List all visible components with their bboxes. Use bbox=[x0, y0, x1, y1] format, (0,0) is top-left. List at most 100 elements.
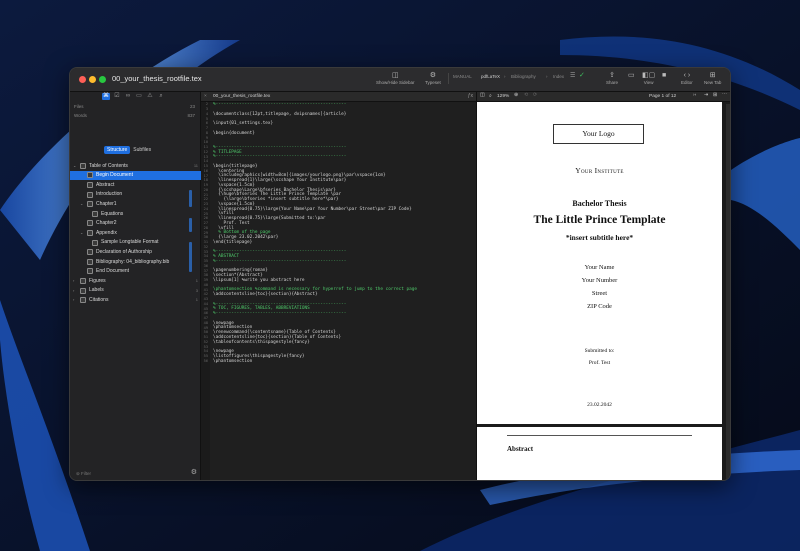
tree-item[interactable]: ⌄ Chapter1 bbox=[70, 199, 201, 209]
code-editor[interactable]: × 00_your_thesis_rootfile.tex ƒx 2 %-------… bbox=[201, 92, 476, 480]
page-indicator: Page 1 of 12 bbox=[649, 94, 677, 99]
folder-icon[interactable]: ▭ bbox=[135, 93, 143, 100]
editor-button[interactable]: ‹ › Editor bbox=[681, 71, 693, 85]
tree-item-label: Begin Document bbox=[96, 172, 133, 179]
show-hide-sidebar-button[interactable]: ◫ Show/Hide Sidebar bbox=[376, 71, 415, 85]
tree-item[interactable]: › Labels 3 bbox=[70, 286, 201, 296]
tree-item-count: 1 bbox=[195, 278, 198, 284]
chevron-right-icon[interactable]: › bbox=[73, 297, 74, 302]
sidebar-segmented-control: Structure Subfiles bbox=[104, 146, 154, 154]
tree-item[interactable]: › Figures 1 bbox=[70, 276, 201, 286]
new-tab-button[interactable]: ⊞ New Tab bbox=[704, 71, 721, 85]
thesis-type: Bachelor Thesis bbox=[572, 199, 627, 208]
chevron-right-icon[interactable]: ›› bbox=[693, 93, 696, 98]
tab-subfiles[interactable]: Subfiles bbox=[130, 146, 154, 154]
thesis-title: The Little Prince Template bbox=[533, 214, 666, 226]
tree-item-label: Figures bbox=[89, 277, 106, 284]
search-icon[interactable]: ⌕ bbox=[157, 93, 165, 100]
search-icon[interactable]: ⌕ bbox=[489, 93, 492, 99]
author-number: Your Number bbox=[581, 277, 618, 284]
code-line[interactable]: 56 \phantomsection bbox=[201, 359, 476, 364]
close-tab-icon[interactable]: × bbox=[204, 94, 207, 99]
tree-item[interactable]: Sample Longtable Format bbox=[70, 238, 201, 248]
section-icon bbox=[87, 181, 93, 188]
editor-tab-label: 00_your_thesis_rootfile.tex bbox=[213, 94, 271, 99]
tree-item-label: Declaration of Authorship bbox=[96, 248, 152, 255]
code-lines[interactable]: 2 %--------------------------------------… bbox=[201, 102, 476, 364]
thesis-subtitle: *insert subtitle here* bbox=[565, 233, 634, 242]
tree-item[interactable]: Declaration of Authorship bbox=[70, 247, 201, 257]
structure-marker bbox=[189, 218, 192, 232]
zoom-level[interactable]: 129% bbox=[497, 94, 509, 99]
date-text: 23.02.2042 bbox=[587, 402, 612, 408]
engine-selector[interactable]: pdfLaTeX bbox=[481, 74, 500, 79]
close-window-button[interactable] bbox=[79, 76, 86, 83]
grid-icon[interactable]: ⊞ bbox=[713, 93, 717, 98]
sidebar-toggle-label: Show/Hide Sidebar bbox=[376, 80, 415, 85]
tree-item[interactable]: Bibliography: 04_bibliography.bib bbox=[70, 257, 201, 267]
window-title: 00_your_thesis_rootfile.tex bbox=[112, 74, 202, 83]
structure-view-icon[interactable]: ⌘ bbox=[102, 93, 110, 100]
tab-structure[interactable]: Structure bbox=[104, 146, 131, 154]
tree-item[interactable]: Chapter2 bbox=[70, 219, 201, 229]
view-label: View bbox=[643, 80, 654, 85]
zoom-in-icon[interactable]: ⊕ bbox=[514, 93, 518, 98]
tree-item[interactable]: Introduction bbox=[70, 190, 201, 200]
layout-pdf-button[interactable]: ■ bbox=[662, 71, 666, 80]
section-icon bbox=[92, 210, 98, 217]
author-name: Your Name bbox=[584, 264, 615, 271]
tree-item-label: Sample Longtable Format bbox=[101, 239, 159, 246]
section-icon bbox=[87, 220, 93, 227]
warning-icon[interactable]: ⚠ bbox=[146, 93, 154, 100]
typeset-button[interactable]: ⚙ Typeset bbox=[425, 71, 441, 85]
tree-item-label: Abstract bbox=[96, 181, 115, 188]
minimize-window-button[interactable] bbox=[89, 76, 96, 83]
index-step[interactable]: Index bbox=[553, 74, 564, 79]
chevron-down-icon[interactable]: ⌄ bbox=[80, 201, 83, 206]
tree-item[interactable]: Equations bbox=[70, 209, 201, 219]
tree-item[interactable]: ⌄ Table of Contents 11 bbox=[70, 161, 201, 171]
forward-icon[interactable]: ⟳ bbox=[533, 93, 537, 98]
link-icon[interactable]: ∞ bbox=[124, 93, 132, 100]
tree-item-label: Introduction bbox=[96, 191, 123, 198]
mode-label[interactable]: MANUAL bbox=[453, 74, 472, 79]
editor-tab[interactable]: × 00_your_thesis_rootfile.tex ƒx bbox=[201, 92, 476, 102]
sync-icon[interactable]: ⇥ bbox=[704, 93, 708, 98]
sidebar-toolbar: ⌘ ☑ ∞ ▭ ⚠ ⌕ bbox=[102, 93, 165, 100]
function-icon[interactable]: ƒx bbox=[468, 93, 473, 99]
line-text: \phantomsection bbox=[213, 358, 253, 364]
zoom-window-button[interactable] bbox=[99, 76, 106, 83]
tree-item-count: 1 bbox=[195, 297, 198, 303]
layout-editor-button[interactable]: ▭ bbox=[628, 71, 635, 80]
tree-item[interactable]: ⌄ Appendix bbox=[70, 228, 201, 238]
tree-item[interactable]: › Citations 1 bbox=[70, 295, 201, 305]
checklist-icon[interactable]: ☑ bbox=[113, 93, 121, 100]
bibliography-step[interactable]: Bibliography bbox=[511, 74, 536, 79]
list-icon[interactable]: ☰ bbox=[570, 72, 575, 79]
gear-icon[interactable]: ⚙ bbox=[191, 468, 197, 476]
tree-item[interactable]: End Document bbox=[70, 267, 201, 277]
section-icon bbox=[87, 191, 93, 198]
new-tab-icon: ⊞ bbox=[709, 72, 716, 79]
tree-item[interactable]: Abstract bbox=[70, 180, 201, 190]
sidebar-icon[interactable]: ◫ bbox=[480, 93, 485, 98]
chevron-down-icon[interactable]: ⌄ bbox=[73, 163, 76, 168]
pdf-scrollbar[interactable] bbox=[726, 104, 730, 479]
chevron-down-icon[interactable]: ⌄ bbox=[80, 230, 83, 235]
pdf-page-1: Your Logo Your Institute Bachelor Thesis… bbox=[477, 102, 722, 424]
tree-item[interactable]: Begin Document bbox=[70, 170, 201, 181]
gear-icon: ⚙ bbox=[429, 72, 437, 79]
view-button[interactable]: ◧▢ View bbox=[642, 71, 655, 85]
tree-item-count: 11 bbox=[193, 163, 198, 168]
chevron-right-icon[interactable]: › bbox=[73, 278, 74, 283]
more-icon[interactable]: ⋯ bbox=[722, 92, 727, 97]
chevron-right-icon[interactable]: › bbox=[73, 288, 74, 293]
line-number: 56 bbox=[203, 358, 208, 363]
share-button[interactable]: ⇪ Share bbox=[606, 71, 618, 85]
section-icon bbox=[80, 162, 86, 169]
back-icon[interactable]: ⟲ bbox=[524, 93, 528, 98]
filter-input[interactable]: ⊜ Filter bbox=[73, 469, 198, 479]
tree-item-label: Table of Contents bbox=[89, 162, 128, 169]
section-icon bbox=[87, 229, 93, 236]
chevron-left-right-icon: ‹ › bbox=[683, 72, 691, 79]
